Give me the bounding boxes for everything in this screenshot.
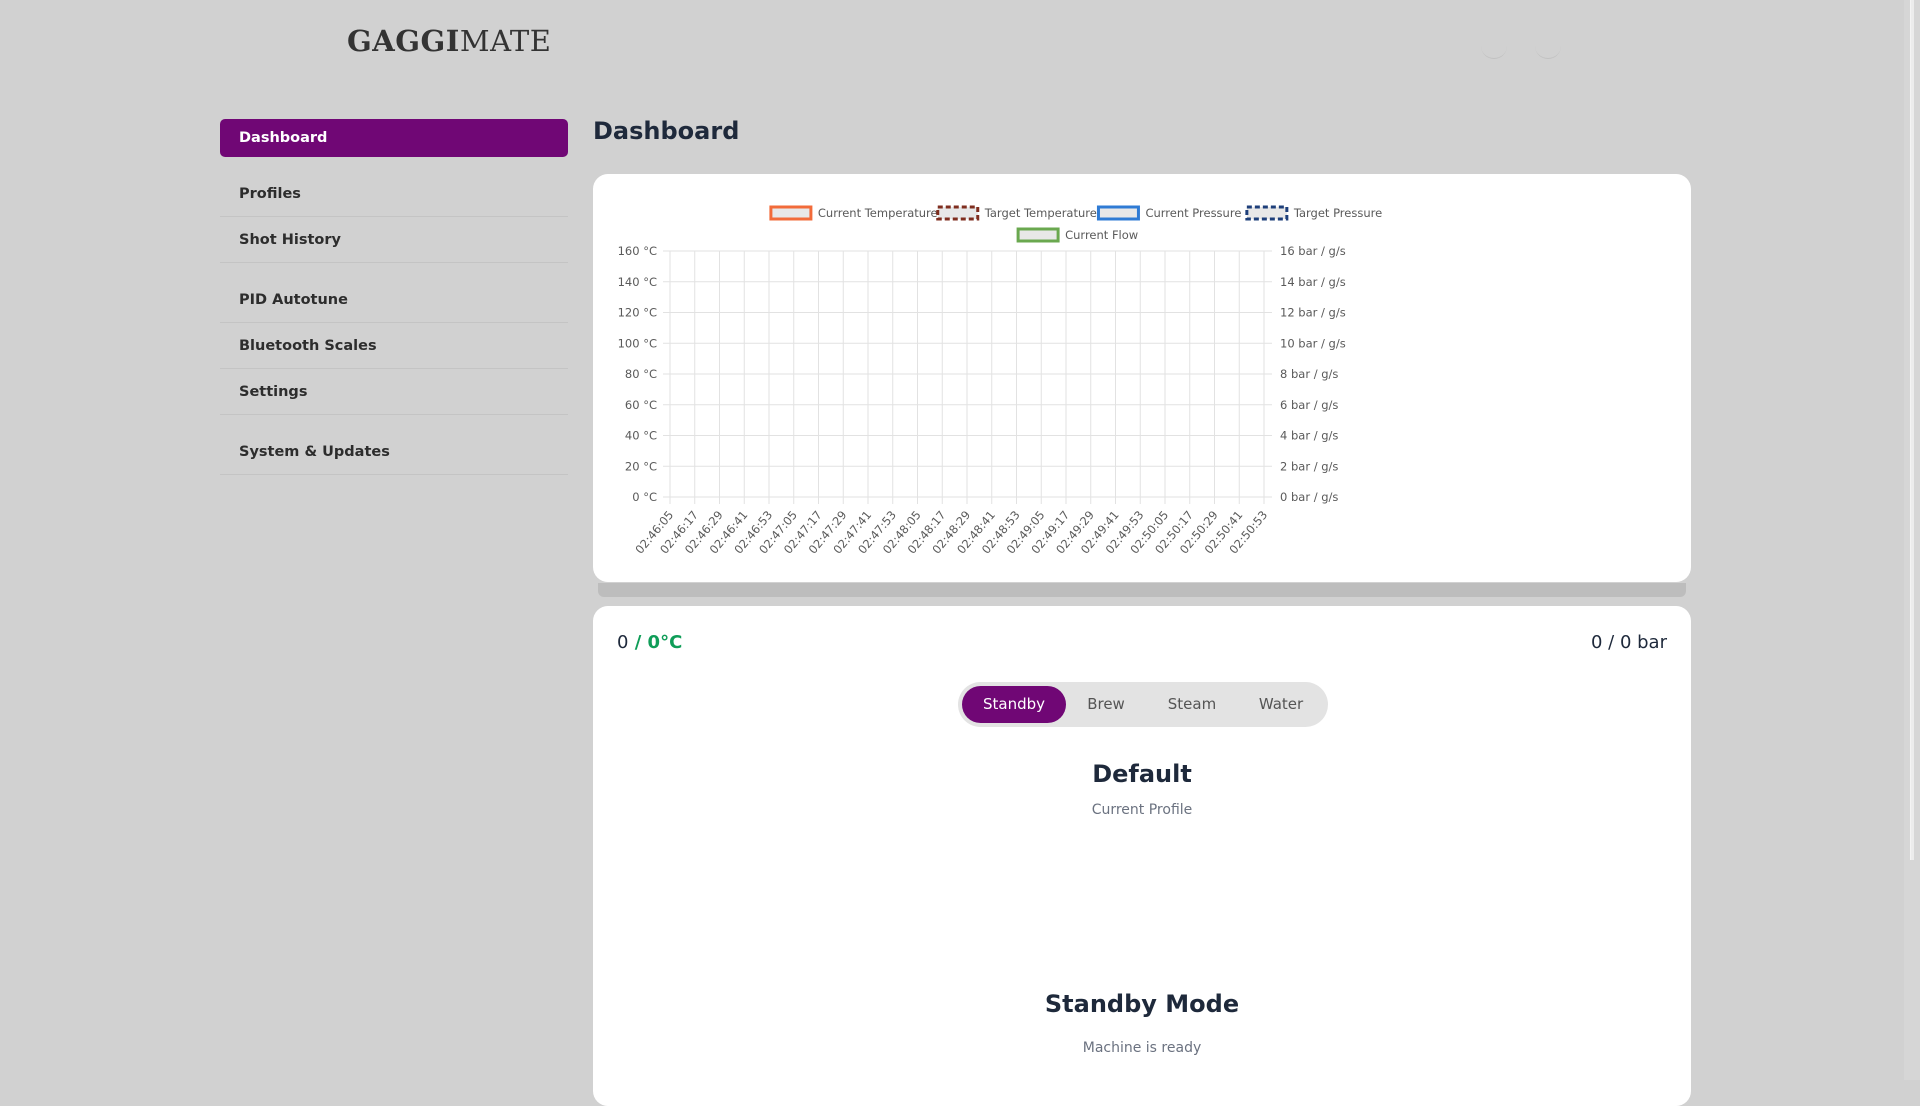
legend-swatch: [936, 205, 980, 221]
mode-brew-button[interactable]: Brew: [1066, 686, 1146, 723]
legend-label: Current Pressure: [1145, 206, 1241, 220]
mode-caption: Machine is ready: [1082, 1040, 1202, 1056]
mode-title: Standby Mode: [1044, 990, 1240, 1018]
sidebar-item-profiles[interactable]: Profiles: [220, 171, 568, 217]
temperature-target: / 0°C: [628, 632, 683, 653]
y-left-tick-label: 0 °C: [632, 490, 657, 504]
sidebar-item-shot-history[interactable]: Shot History: [220, 217, 568, 263]
y-right-tick-label: 12 bar / g/s: [1280, 306, 1346, 320]
mode-standby-button[interactable]: Standby: [962, 686, 1066, 723]
sidebar-item-system-updates[interactable]: System & Updates: [220, 429, 568, 475]
y-right-tick-label: 10 bar / g/s: [1280, 336, 1346, 350]
mode-selector: Standby Brew Steam Water: [958, 682, 1328, 727]
mode-steam-button[interactable]: Steam: [1146, 686, 1238, 723]
sidebar-item-dashboard[interactable]: Dashboard: [220, 119, 568, 157]
sidebar-item-settings[interactable]: Settings: [220, 369, 568, 415]
y-right-tick-label: 16 bar / g/s: [1280, 244, 1346, 258]
temperature-current: 0: [617, 632, 629, 653]
y-left-tick-label: 120 °C: [618, 306, 657, 320]
legend-label: Target Temperature: [984, 206, 1097, 220]
github-icon[interactable]: [1535, 40, 1561, 59]
legend-swatch: [1096, 205, 1140, 221]
y-right-tick-label: 14 bar / g/s: [1280, 275, 1346, 289]
sidebar-item-bluetooth-scales[interactable]: Bluetooth Scales: [220, 323, 568, 369]
page-title: Dashboard: [593, 117, 740, 145]
y-left-tick-label: 60 °C: [625, 398, 657, 412]
current-profile-name[interactable]: Default: [593, 760, 1691, 788]
brand-logo[interactable]: GAGGIMATE: [347, 24, 551, 58]
y-right-tick-label: 8 bar / g/s: [1280, 367, 1338, 381]
history-chart: Current Temperature Target Temperature Cur…: [618, 205, 1382, 556]
sun-icon[interactable]: [1481, 40, 1507, 59]
brand-name-bold: GAGGI: [347, 24, 460, 58]
legend-swatch: [769, 205, 813, 221]
y-left-tick-label: 80 °C: [625, 367, 657, 381]
sidebar: Dashboard Profiles Shot History PID Auto…: [220, 119, 568, 475]
legend-label: Current Temperature: [818, 206, 938, 220]
legend-swatch: [1245, 205, 1289, 221]
legend-label: Target Pressure: [1293, 206, 1382, 220]
y-right-tick-label: 6 bar / g/s: [1280, 398, 1338, 412]
y-left-tick-label: 140 °C: [618, 275, 657, 289]
legend-swatch: [1016, 227, 1060, 243]
brand-name-light: MATE: [459, 24, 552, 58]
chart-card-footer-strip: [598, 583, 1686, 597]
legend-label: Current Flow: [1065, 228, 1138, 242]
temperature-readout: 0 / 0°C: [617, 632, 682, 653]
y-right-tick-label: 4 bar / g/s: [1280, 429, 1338, 443]
y-right-tick-label: 2 bar / g/s: [1280, 459, 1338, 473]
scrollbar[interactable]: [1904, 0, 1920, 1080]
sidebar-item-pid-autotune[interactable]: PID Autotune: [220, 277, 568, 323]
pressure-readout: 0 / 0 bar: [1591, 632, 1667, 653]
current-profile-caption: Current Profile: [1091, 802, 1193, 818]
y-left-tick-label: 20 °C: [625, 459, 657, 473]
y-left-tick-label: 160 °C: [618, 244, 657, 258]
y-right-tick-label: 0 bar / g/s: [1280, 490, 1338, 504]
y-left-tick-label: 40 °C: [625, 429, 657, 443]
scrollbar-thumb[interactable]: [1910, 0, 1914, 860]
status-card: 0 / 0°C 0 / 0 bar Standby Brew Steam Wat…: [593, 606, 1691, 1106]
y-left-tick-label: 100 °C: [618, 336, 657, 350]
mode-water-button[interactable]: Water: [1238, 686, 1324, 723]
chart-card: Current Temperature Target Temperature Cur…: [593, 174, 1691, 582]
